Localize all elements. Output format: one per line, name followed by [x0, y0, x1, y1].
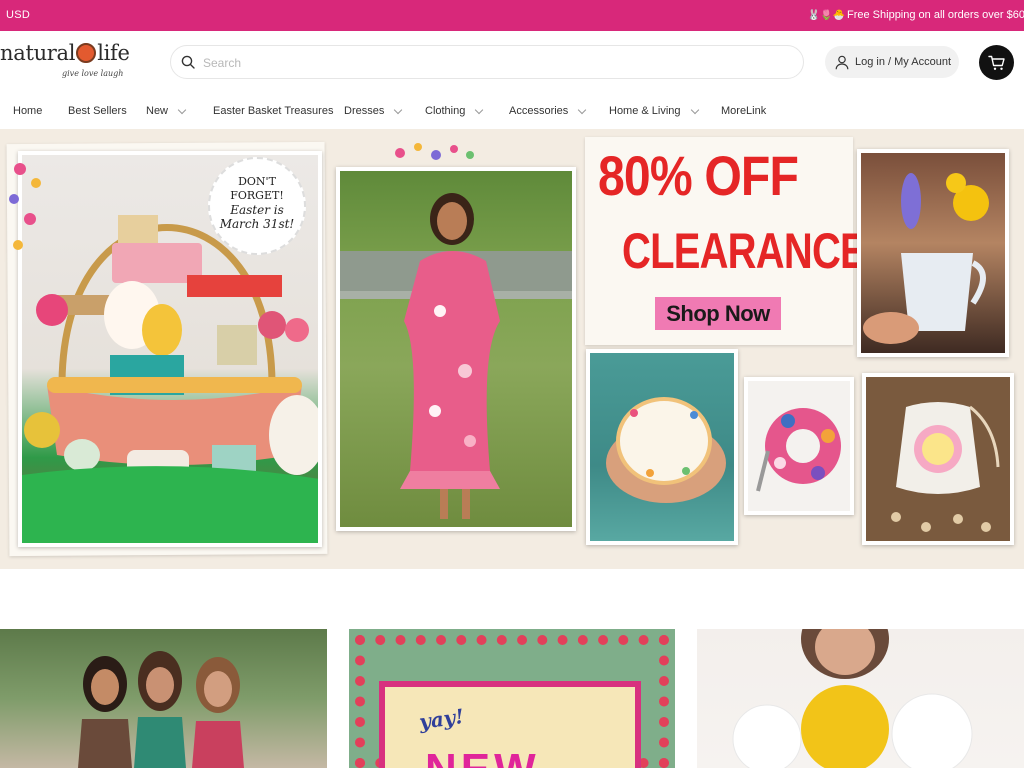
- clearance-hero-banner[interactable]: DON'T FORGET! Easter is March 31st! 80% …: [0, 129, 1024, 569]
- main-navigation: Home Best Sellers New Easter Basket Trea…: [0, 93, 1024, 129]
- nav-label: Best Sellers: [68, 105, 127, 117]
- angel-tokens-pouch-photo: [862, 373, 1014, 545]
- scrunchie-illustration: [756, 408, 841, 492]
- flower-decoration-icon: [395, 143, 474, 160]
- nav-label: Home: [13, 105, 43, 117]
- nav-item-new[interactable]: New: [146, 105, 187, 117]
- account-button[interactable]: Log in / My Account: [825, 46, 959, 78]
- announcement-bar: USD 🐰🌷🐣 Free Shipping on all orders over…: [0, 0, 1024, 31]
- search-bar[interactable]: [170, 45, 804, 79]
- flower-pitcher-photo: [857, 149, 1009, 357]
- bowl-illustration: [606, 397, 726, 503]
- search-icon: [181, 55, 195, 69]
- user-icon: [835, 55, 849, 69]
- chevron-down-icon: [690, 105, 699, 114]
- floral-dress-model-photo: [336, 167, 576, 531]
- nav-item-clothing[interactable]: Clothing: [425, 105, 484, 117]
- nav-item-home[interactable]: Home: [13, 105, 42, 117]
- flowers-illustration: [732, 629, 973, 768]
- logo-tagline: give love laugh: [62, 69, 124, 78]
- flower-decoration-icon: [9, 163, 41, 250]
- sticker-line: Easter is: [230, 203, 284, 217]
- clearance-heading: CLEARANCE: [622, 223, 867, 279]
- nav-label: Dresses: [344, 105, 385, 117]
- clothing-models-tile[interactable]: [0, 629, 327, 768]
- model-illustration: [340, 193, 572, 519]
- nav-label: New: [146, 105, 169, 117]
- chevron-down-icon: [177, 105, 187, 114]
- site-header: naturallife give love laugh Log in / My …: [0, 31, 1024, 93]
- sale-percent-heading: 80% OFF: [598, 144, 799, 207]
- new-heading: NEW: [425, 745, 540, 768]
- cart-icon: [987, 55, 1005, 70]
- pouch-illustration: [891, 402, 1000, 532]
- natural-life-logo[interactable]: natural life give love laugh: [0, 41, 155, 85]
- free-shipping-promo: 🐰🌷🐣 Free Shipping on all orders over $60…: [808, 9, 1024, 21]
- nav-item-easter-basket-treasures[interactable]: Easter Basket Treasures: [213, 105, 333, 117]
- easter-emoji-icons: 🐰🌷🐣: [807, 9, 845, 21]
- new-arrivals-tile[interactable]: yay! NEW: [349, 629, 675, 768]
- nav-item-home-living[interactable]: Home & Living: [609, 105, 699, 117]
- chevron-down-icon: [394, 105, 403, 114]
- nav-item-best-sellers[interactable]: Best Sellers: [68, 105, 127, 117]
- flowers-gift-tile[interactable]: [697, 629, 1024, 768]
- shop-now-button[interactable]: Shop Now: [655, 297, 781, 330]
- nav-item-more[interactable]: MoreLink: [721, 105, 766, 117]
- nav-label: Home & Living: [609, 105, 681, 117]
- nav-item-dresses[interactable]: Dresses: [344, 105, 403, 117]
- chevron-down-icon: [578, 105, 587, 114]
- account-label: Log in / My Account: [855, 56, 951, 68]
- logo-wordmark: natural life: [0, 41, 130, 65]
- nav-label: Easter Basket Treasures: [213, 105, 334, 117]
- nav-label: MoreLink: [721, 105, 767, 117]
- three-models-illustration: [78, 651, 244, 768]
- pitcher-illustration: [863, 173, 989, 344]
- nav-item-accessories[interactable]: Accessories: [509, 105, 587, 117]
- chevron-down-icon: [475, 105, 484, 114]
- sticker-date: March 31st!: [219, 217, 295, 231]
- easter-reminder-sticker: DON'T FORGET! Easter is March 31st!: [208, 157, 306, 255]
- cart-button[interactable]: [979, 45, 1014, 80]
- nav-label: Clothing: [425, 105, 466, 117]
- floral-scrunchie-photo: [744, 377, 854, 515]
- nav-label: Accessories: [509, 105, 569, 117]
- currency-selector[interactable]: USD: [6, 9, 30, 21]
- daughter-trinket-bowl-photo: [586, 349, 738, 545]
- search-input[interactable]: [203, 52, 783, 74]
- sticker-headline: DON'T FORGET!: [230, 175, 284, 202]
- promo-text: Free Shipping on all orders over $60!: [847, 9, 1024, 21]
